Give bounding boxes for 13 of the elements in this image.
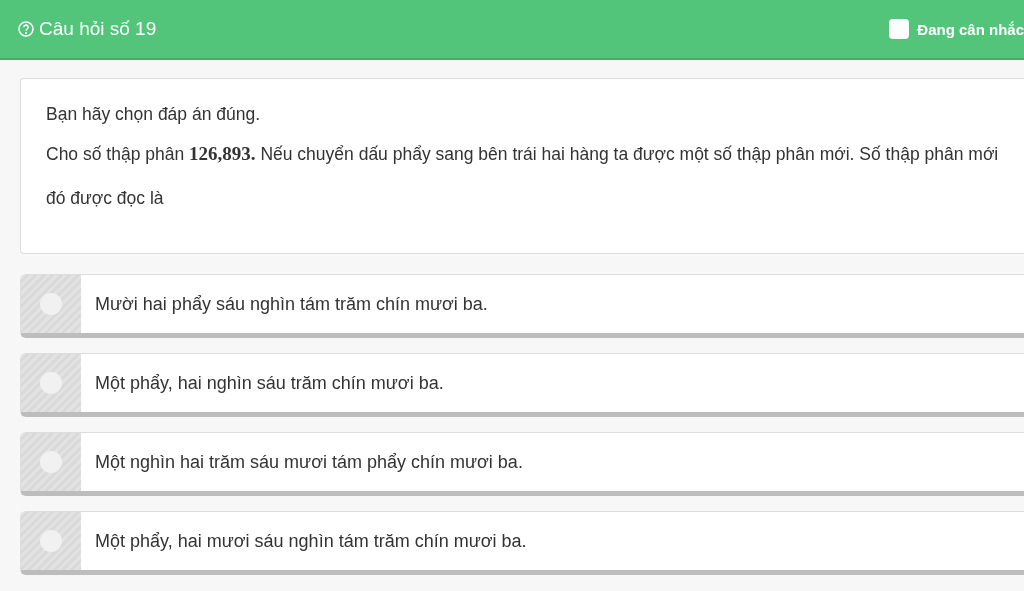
radio-button[interactable] — [40, 451, 62, 473]
answer-option[interactable]: Mười hai phẩy sáu nghìn tám trăm chín mươi ba. — [20, 274, 1024, 338]
radio-button[interactable] — [40, 530, 62, 552]
question-text: Cho số thập phân 126,893. Nếu chuyển dấu phẩy sang bên trái hai hàng ta được một số thập phân mới. Số thập phân mới đó được đọc là — [46, 142, 1000, 210]
flag-checkbox[interactable] — [889, 19, 910, 39]
radio-button[interactable] — [40, 372, 62, 394]
answer-option[interactable]: Một nghìn hai trăm sáu mươi tám phẩy chín mươi ba. — [20, 432, 1024, 496]
help-icon — [18, 21, 34, 37]
instruction-text: Bạn hãy chọn đáp án đúng. — [46, 103, 262, 126]
answer-option[interactable]: Một phẩy, hai mươi sáu nghìn tám trăm chín mươi ba. — [20, 511, 1024, 575]
question-number: Câu hỏi số 19 — [39, 18, 157, 40]
answer-option[interactable]: Một phẩy, hai nghìn sáu trăm chín mươi ba. — [20, 353, 1024, 417]
radio-button[interactable] — [40, 293, 62, 315]
